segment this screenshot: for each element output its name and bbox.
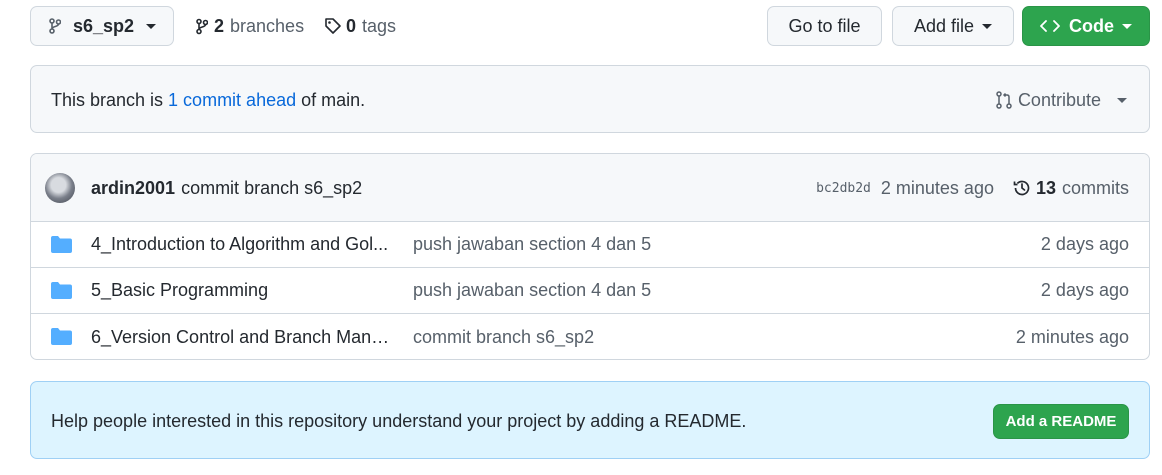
commit-message-link[interactable]: commit branch s6_sp2	[181, 178, 362, 199]
go-to-file-label: Go to file	[788, 15, 861, 36]
contribute-label: Contribute	[1017, 89, 1101, 110]
table-row: 6_Version Control and Branch Manag... co…	[31, 314, 1149, 359]
branch-name: s6_sp2	[73, 15, 135, 36]
latest-commit-message: ardin2001 commit branch s6_sp2	[91, 154, 362, 222]
file-list: ardin2001 commit branch s6_sp2 bc2db2d 2…	[30, 153, 1150, 360]
commits-history-link[interactable]: 13 commits	[1012, 178, 1129, 199]
tag-icon	[325, 18, 341, 34]
folder-icon	[51, 282, 72, 299]
branch-status-prefix: This branch is	[51, 89, 164, 110]
commit-author-link[interactable]: ardin2001	[91, 178, 175, 199]
branch-icon	[49, 18, 61, 34]
folder-icon	[51, 328, 72, 345]
branches-count: 2	[214, 15, 225, 36]
chevron-down-icon	[1122, 23, 1132, 29]
readme-prompt-text: Help people interested in this repositor…	[51, 410, 747, 431]
branch-status-text: This branch is 1 commit ahead of main.	[51, 66, 365, 134]
chevron-down-icon	[146, 23, 157, 29]
file-commit-age: 2 minutes ago	[1015, 326, 1129, 347]
file-name-link[interactable]: 4_Introduction to Algorithm and Gol...	[91, 234, 391, 255]
folder-icon	[51, 236, 72, 253]
tags-label: tags	[362, 15, 397, 36]
branches-link[interactable]: 2 branches	[196, 6, 304, 46]
avatar[interactable]	[45, 173, 75, 203]
go-to-file-button[interactable]: Go to file	[767, 6, 882, 46]
tags-link[interactable]: 0 tags	[324, 6, 396, 46]
file-commit-message-link[interactable]: push jawaban section 4 dan 5	[413, 234, 651, 255]
history-icon	[1013, 180, 1030, 196]
code-button[interactable]: Code	[1022, 6, 1150, 46]
branches-label: branches	[230, 15, 305, 36]
commits-label: commits	[1062, 177, 1129, 198]
chevron-down-icon	[1117, 97, 1127, 103]
commit-age: 2 minutes ago	[880, 177, 994, 198]
file-commit-age: 2 days ago	[1040, 234, 1129, 254]
branch-selector-button[interactable]: s6_sp2	[30, 6, 174, 46]
readme-prompt-banner: Help people interested in this repositor…	[30, 381, 1150, 459]
tags-count: 0	[346, 15, 357, 36]
table-row: 5_Basic Programming push jawaban section…	[31, 268, 1149, 314]
file-name-link[interactable]: 5_Basic Programming	[91, 280, 391, 301]
branch-status-suffix: of main.	[301, 89, 366, 110]
add-file-button[interactable]: Add file	[892, 6, 1014, 46]
branch-status-box: This branch is 1 commit ahead of main. C…	[30, 65, 1150, 133]
add-readme-button[interactable]: Add a README	[993, 404, 1129, 439]
table-row: 4_Introduction to Algorithm and Gol... p…	[31, 222, 1149, 268]
add-file-label: Add file	[913, 15, 975, 36]
commit-sha-link[interactable]: bc2db2d	[816, 181, 871, 196]
file-commit-message-link[interactable]: push jawaban section 4 dan 5	[413, 280, 651, 301]
code-label: Code	[1069, 15, 1114, 36]
latest-commit-meta: bc2db2d 2 minutes ago 13 commits	[816, 154, 1129, 222]
commits-count: 13	[1035, 177, 1056, 198]
branch-icon	[196, 18, 208, 34]
file-name-link[interactable]: 6_Version Control and Branch Manag...	[91, 327, 391, 348]
commits-ahead-link[interactable]: 1 commit ahead	[168, 90, 296, 111]
file-commit-message-link[interactable]: commit branch s6_sp2	[413, 327, 594, 348]
chevron-down-icon	[982, 23, 993, 29]
pull-request-icon	[996, 91, 1012, 109]
contribute-dropdown[interactable]: Contribute	[996, 66, 1127, 134]
latest-commit-bar: ardin2001 commit branch s6_sp2 bc2db2d 2…	[31, 154, 1149, 222]
repo-toolbar: s6_sp2 2 branches 0 tags Go to file Add …	[30, 6, 1150, 46]
file-commit-age: 2 days ago	[1040, 280, 1129, 300]
chevron-code-icon	[1040, 20, 1060, 32]
